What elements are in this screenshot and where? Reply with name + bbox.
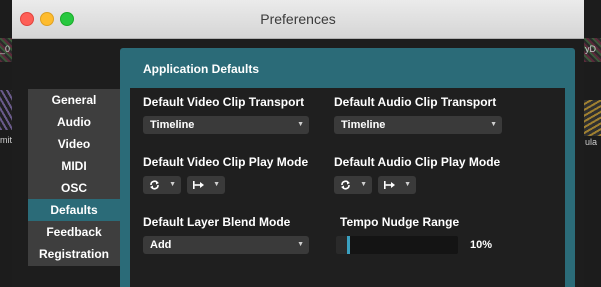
sidebar-item-osc[interactable]: OSC xyxy=(28,177,120,199)
background-clip xyxy=(584,100,601,136)
audio-loop-mode-button[interactable]: ▼ xyxy=(334,176,372,194)
chevron-down-icon: ▼ xyxy=(213,181,220,188)
defaults-panel: Application Defaults Default Video Clip … xyxy=(120,48,575,287)
sidebar-item-video[interactable]: Video xyxy=(28,133,120,155)
video-direction-mode-button[interactable]: ▼ xyxy=(187,176,225,194)
blend-mode-label: Default Layer Blend Mode xyxy=(143,215,291,229)
sidebar-item-registration[interactable]: Registration xyxy=(28,243,120,265)
slider-handle[interactable] xyxy=(347,236,350,254)
chevron-down-icon: ▼ xyxy=(297,241,304,248)
panel-title: Application Defaults xyxy=(143,62,260,76)
video-transport-value: Timeline xyxy=(150,119,195,131)
video-transport-label: Default Video Clip Transport xyxy=(143,95,305,109)
audio-transport-dropdown[interactable]: Timeline ▼ xyxy=(334,116,502,134)
chevron-down-icon: ▼ xyxy=(169,181,176,188)
loop-icon xyxy=(341,180,350,190)
blend-mode-value: Add xyxy=(150,239,172,251)
background-clip xyxy=(0,90,12,130)
video-loop-mode-button[interactable]: ▼ xyxy=(143,176,181,194)
forward-icon xyxy=(384,181,395,189)
background-app-right: yD ula xyxy=(584,0,601,287)
sidebar-item-midi[interactable]: MIDI xyxy=(28,155,120,177)
forward-icon xyxy=(193,181,204,189)
background-text: mit xyxy=(0,135,12,145)
audio-transport-value: Timeline xyxy=(341,119,386,131)
audio-play-mode-label: Default Audio Clip Play Mode xyxy=(334,155,501,169)
window-title: Preferences xyxy=(260,11,336,27)
tempo-nudge-slider[interactable] xyxy=(336,236,458,254)
sidebar-item-audio[interactable]: Audio xyxy=(28,111,120,133)
preferences-sidebar: General Audio Video MIDI OSC Defaults Fe… xyxy=(28,89,120,266)
loop-icon xyxy=(150,180,159,190)
panel-content: Default Video Clip Transport Timeline ▼ … xyxy=(130,88,565,287)
chevron-down-icon: ▼ xyxy=(490,121,497,128)
audio-transport-label: Default Audio Clip Transport xyxy=(334,95,497,109)
tempo-nudge-value: 10% xyxy=(470,239,493,251)
video-transport-dropdown[interactable]: Timeline ▼ xyxy=(143,116,309,134)
background-text: _0 xyxy=(0,44,11,54)
tempo-nudge-label: Tempo Nudge Range xyxy=(340,215,460,229)
sidebar-item-feedback[interactable]: Feedback xyxy=(28,221,120,243)
preferences-window: Preferences General Audio Video MIDI OSC… xyxy=(12,0,584,287)
chevron-down-icon: ▼ xyxy=(404,181,411,188)
background-text: yD xyxy=(585,44,596,54)
background-text: ula xyxy=(585,137,598,147)
audio-direction-mode-button[interactable]: ▼ xyxy=(378,176,416,194)
chevron-down-icon: ▼ xyxy=(297,121,304,128)
sidebar-item-general[interactable]: General xyxy=(28,89,120,111)
background-app-left: _0 mit xyxy=(0,0,12,287)
title-bar[interactable]: Preferences xyxy=(12,0,584,39)
video-play-mode-label: Default Video Clip Play Mode xyxy=(143,155,309,169)
chevron-down-icon: ▼ xyxy=(360,181,367,188)
sidebar-item-defaults[interactable]: Defaults xyxy=(28,199,120,221)
blend-mode-dropdown[interactable]: Add ▼ xyxy=(143,236,309,254)
